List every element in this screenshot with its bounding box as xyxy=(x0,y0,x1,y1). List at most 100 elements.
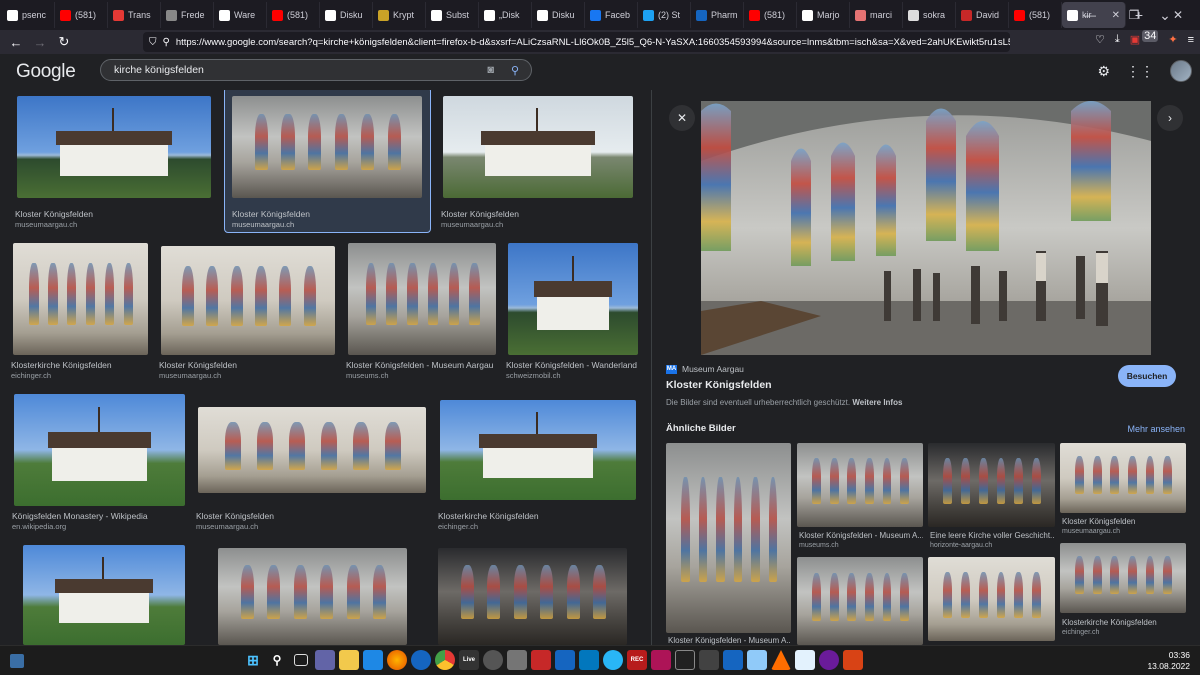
notepad-icon[interactable] xyxy=(747,650,767,670)
browser-tab[interactable]: Subst xyxy=(426,2,479,28)
google-logo[interactable]: Google xyxy=(16,61,76,83)
similar-image-thumbnail[interactable] xyxy=(1060,543,1186,613)
browser-tab[interactable]: Disku xyxy=(320,2,373,28)
result-thumbnail[interactable] xyxy=(438,548,627,645)
preview-title[interactable]: Kloster Königsfelden xyxy=(666,379,772,391)
browser-tab[interactable]: Frede xyxy=(161,2,214,28)
result-source[interactable]: museumaargau.ch xyxy=(15,220,77,229)
similar-image-thumbnail[interactable] xyxy=(797,443,923,527)
extension-icon[interactable]: ▣ xyxy=(1130,33,1140,46)
app-icon-b[interactable] xyxy=(651,650,671,670)
pocket-icon[interactable]: ♡ xyxy=(1095,33,1105,46)
browser-tab[interactable]: David xyxy=(956,2,1009,28)
task-view-icon[interactable] xyxy=(294,654,308,666)
camera-icon[interactable]: ◙ xyxy=(487,64,494,76)
livestream-icon[interactable]: Live xyxy=(459,650,479,670)
acrobat-icon[interactable] xyxy=(531,650,551,670)
result-title[interactable]: Klosterkirche Königsfelden xyxy=(438,511,634,521)
back-icon[interactable]: ← xyxy=(4,35,28,50)
result-source[interactable]: museumaargau.ch xyxy=(196,522,258,531)
result-thumbnail[interactable] xyxy=(13,243,148,355)
remote-desktop-icon[interactable] xyxy=(579,650,599,670)
more-info-link[interactable]: Weitere Infos xyxy=(852,398,902,407)
result-title[interactable]: Kloster Königsfelden - Wanderland xyxy=(506,360,650,370)
shield-icon[interactable]: ⛉ xyxy=(149,37,157,48)
browser-tab[interactable]: „Disk xyxy=(479,2,532,28)
similar-image-title[interactable]: Kloster Königsfelden - Museum A... xyxy=(668,636,791,645)
permissions-icon[interactable]: ⚲ xyxy=(163,37,170,48)
site-name[interactable]: Museum Aargau xyxy=(682,364,744,374)
browser-tab[interactable]: Ware xyxy=(214,2,267,28)
result-thumbnail[interactable] xyxy=(23,545,185,645)
result-title[interactable]: Kloster Königsfelden xyxy=(15,209,209,219)
camera-app-icon[interactable] xyxy=(483,650,503,670)
multi-account-icon[interactable]: ✦ xyxy=(1168,33,1177,46)
result-source[interactable]: museumaargau.ch xyxy=(441,220,503,229)
taskbar-clock[interactable]: 03:36 13.08.2022 xyxy=(1147,650,1190,672)
result-source[interactable]: eichinger.ch xyxy=(11,371,51,380)
result-title[interactable]: Kloster Königsfelden xyxy=(196,511,424,521)
telegram-icon[interactable] xyxy=(603,650,623,670)
search-icon[interactable]: ⚲ xyxy=(511,64,519,77)
similar-image-title[interactable]: Kloster Königsfelden xyxy=(1062,517,1186,526)
thunderbird-icon[interactable] xyxy=(411,650,431,670)
browser-tab[interactable]: (2) St xyxy=(638,2,691,28)
search-taskbar-icon[interactable]: ⚲ xyxy=(267,650,287,670)
apps-grid-icon[interactable]: ⋮⋮ xyxy=(1126,63,1154,80)
result-source[interactable]: schweizmobil.ch xyxy=(506,371,561,380)
result-source[interactable]: en.wikipedia.org xyxy=(12,522,66,531)
similar-image-title[interactable]: Klosterkirche Königsfelden xyxy=(1062,618,1186,627)
browser-tab[interactable]: Trans xyxy=(108,2,161,28)
result-thumbnail[interactable] xyxy=(443,96,633,198)
preview-image[interactable] xyxy=(701,101,1151,355)
browser-tab[interactable]: psenc xyxy=(2,2,55,28)
reload-icon[interactable]: ↻ xyxy=(52,34,76,50)
preview-site[interactable]: MA Museum Aargau xyxy=(666,364,744,374)
close-window-icon[interactable]: ✕ xyxy=(1156,8,1200,22)
result-source[interactable]: museums.ch xyxy=(346,371,389,380)
see-more-link[interactable]: Mehr ansehen xyxy=(1127,424,1185,434)
result-thumbnail[interactable] xyxy=(161,246,335,355)
result-title[interactable]: Kloster Königsfelden xyxy=(232,209,422,219)
result-thumbnail[interactable] xyxy=(440,400,636,500)
browser-tab[interactable]: Pharm xyxy=(691,2,744,28)
browser-tab[interactable]: (581) xyxy=(267,2,320,28)
result-thumbnail[interactable] xyxy=(14,394,185,506)
browser-tab[interactable]: (581) xyxy=(744,2,797,28)
similar-image-thumbnail[interactable] xyxy=(797,557,923,645)
result-thumbnail[interactable] xyxy=(348,243,496,355)
result-title[interactable]: Kloster Königsfelden - Museum Aargau xyxy=(346,360,496,370)
result-source[interactable]: museumaargau.ch xyxy=(159,371,221,380)
app-icon-a[interactable] xyxy=(507,650,527,670)
similar-image-title[interactable]: Eine leere Kirche voller Geschicht... xyxy=(930,531,1055,540)
teams-chat-icon[interactable] xyxy=(315,650,335,670)
vlc-icon[interactable] xyxy=(771,650,791,670)
search-input[interactable] xyxy=(114,64,474,76)
browser-tab[interactable]: (581) xyxy=(1009,2,1062,28)
media-player-icon[interactable] xyxy=(819,650,839,670)
app-menu-icon[interactable]: ≡ xyxy=(1188,34,1194,46)
visit-button[interactable]: Besuchen xyxy=(1118,365,1176,387)
snipping-tool-icon[interactable] xyxy=(843,650,863,670)
result-thumbnail[interactable] xyxy=(218,548,407,645)
teamviewer-icon[interactable] xyxy=(723,650,743,670)
similar-image-thumbnail[interactable] xyxy=(928,557,1055,641)
windows-start-icon[interactable]: ⊞ xyxy=(243,650,263,670)
terminal-icon[interactable] xyxy=(675,650,695,670)
similar-image-source[interactable]: museumaargau.ch xyxy=(1062,528,1120,535)
similar-image-thumbnail[interactable] xyxy=(666,443,791,633)
similar-image-source[interactable]: horizonte-aargau.ch xyxy=(930,542,992,549)
powershell-icon[interactable] xyxy=(555,650,575,670)
result-source[interactable]: museumaargau.ch xyxy=(232,220,294,229)
result-title[interactable]: Kloster Königsfelden xyxy=(159,360,333,370)
similar-image-thumbnail[interactable] xyxy=(928,443,1055,527)
url-bar[interactable]: ⛉ ⚲ https://www.google.com/search?q=kirc… xyxy=(143,32,1010,52)
result-thumbnail[interactable] xyxy=(508,243,638,355)
browser-tab[interactable]: Faceb xyxy=(585,2,638,28)
result-thumbnail[interactable] xyxy=(17,96,211,198)
result-title[interactable]: Kloster Königsfelden xyxy=(441,209,631,219)
result-thumbnail[interactable] xyxy=(232,96,422,198)
similar-image-title[interactable]: Kloster Königsfelden - Museum A... xyxy=(799,531,923,540)
close-preview-button[interactable]: ✕ xyxy=(669,105,695,131)
result-title[interactable]: Königsfelden Monastery - Wikipedia xyxy=(12,511,183,521)
